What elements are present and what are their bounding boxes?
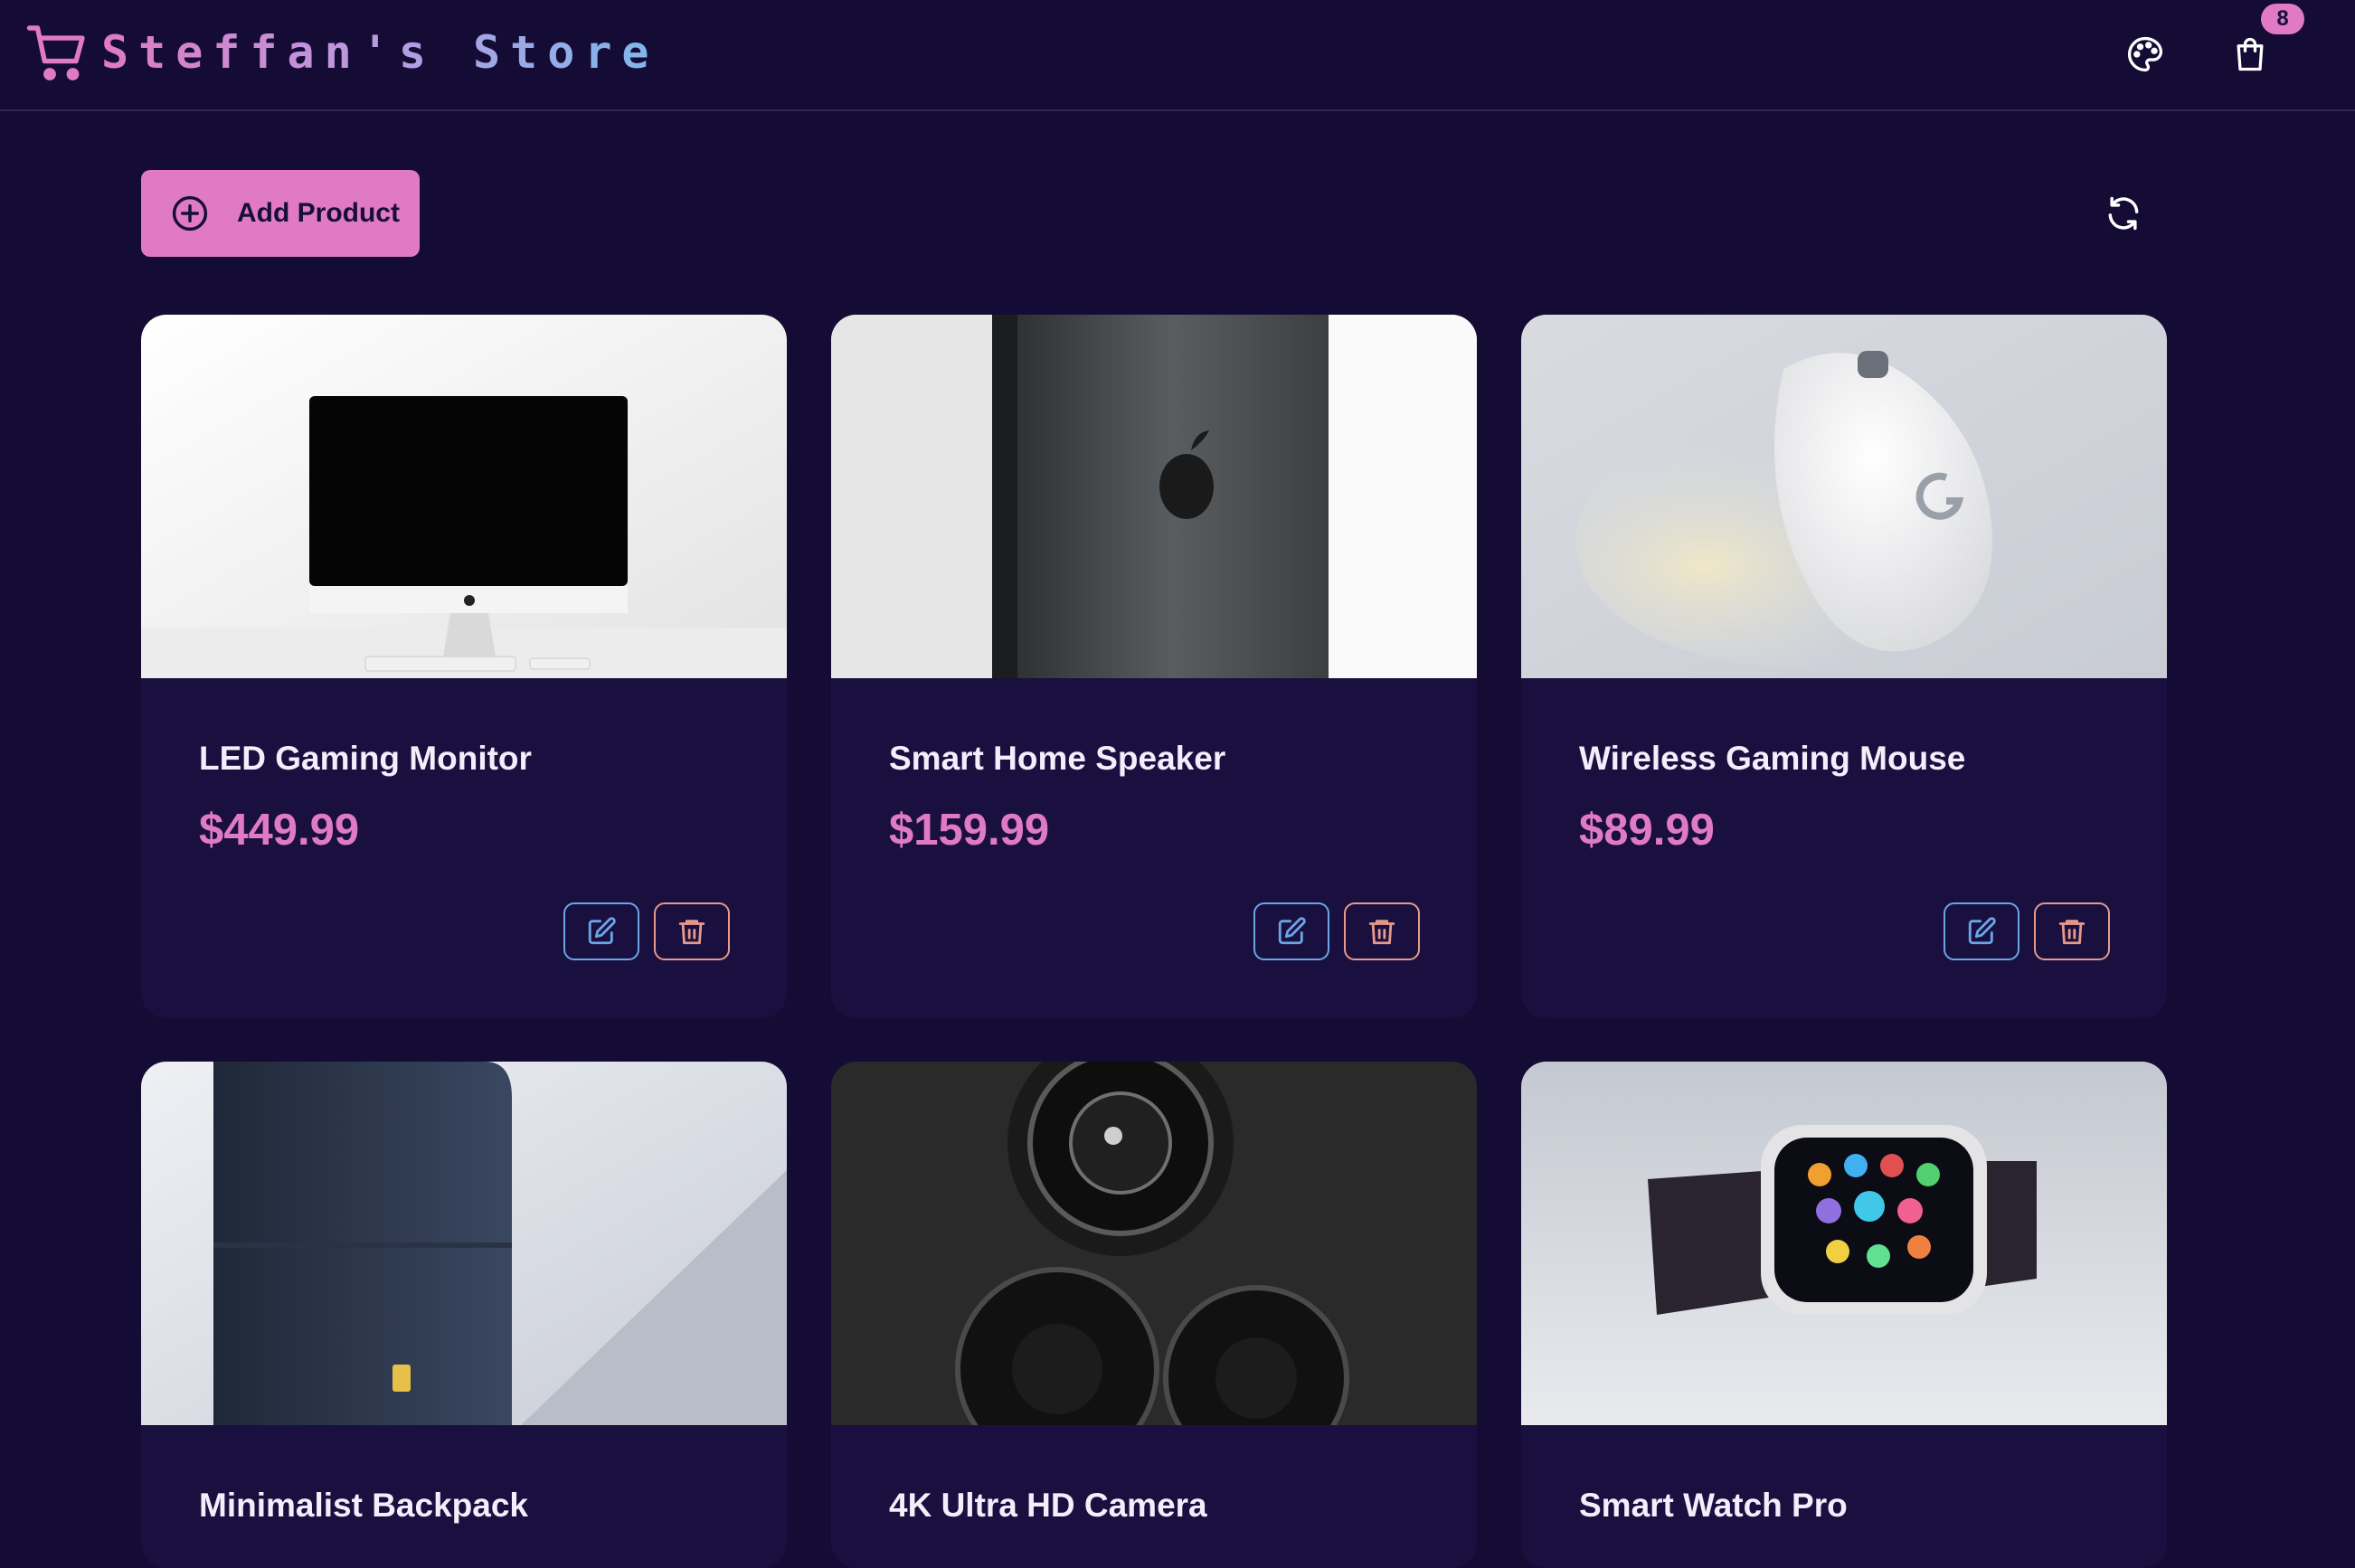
- product-price: $449.99: [199, 806, 360, 855]
- palette-icon: [2127, 36, 2163, 72]
- product-image[interactable]: [141, 1062, 787, 1425]
- theme-button[interactable]: [2116, 25, 2174, 83]
- edit-product-button[interactable]: [1944, 902, 2019, 960]
- plus-circle-icon: [172, 195, 208, 231]
- product-name: 4K Ultra HD Camera: [889, 1487, 1207, 1524]
- trash-icon: [1368, 920, 1395, 945]
- delete-product-button[interactable]: [654, 902, 730, 960]
- product-image[interactable]: [1521, 1062, 2167, 1425]
- refresh-icon: [2108, 196, 2139, 231]
- shopping-bag-icon: [2237, 37, 2264, 71]
- product-name: LED Gaming Monitor: [199, 740, 532, 777]
- cart-count-badge: 8: [2261, 4, 2304, 34]
- product-card: Minimalist Backpack: [141, 1062, 787, 1568]
- top-nav: Steffan's Store 8: [0, 0, 2355, 111]
- edit-icon: [1968, 917, 1996, 945]
- product-name: Smart Watch Pro: [1579, 1487, 1848, 1524]
- product-price: $159.99: [889, 806, 1050, 855]
- delete-product-button[interactable]: [2034, 902, 2110, 960]
- product-name: Wireless Gaming Mouse: [1579, 740, 1966, 777]
- edit-icon: [1278, 917, 1306, 945]
- product-image[interactable]: [141, 315, 787, 678]
- product-card: Smart Home Speaker $159.99: [831, 315, 1477, 1018]
- edit-product-button[interactable]: [1253, 902, 1329, 960]
- product-card: Smart Watch Pro: [1521, 1062, 2167, 1568]
- add-product-button[interactable]: Add Product: [141, 170, 420, 257]
- product-image[interactable]: [831, 315, 1477, 678]
- edit-product-button[interactable]: [563, 902, 639, 960]
- store-brand[interactable]: Steffan's Store: [25, 18, 659, 87]
- product-name: Minimalist Backpack: [199, 1487, 528, 1524]
- store-title: Steffan's Store: [101, 26, 659, 79]
- add-product-label: Add Product: [237, 198, 400, 228]
- product-price: $89.99: [1579, 806, 1715, 855]
- trash-icon: [2058, 920, 2085, 945]
- delete-product-button[interactable]: [1344, 902, 1420, 960]
- product-card: 4K Ultra HD Camera: [831, 1062, 1477, 1568]
- product-name: Smart Home Speaker: [889, 740, 1226, 777]
- product-card: LED Gaming Monitor $449.99: [141, 315, 787, 1018]
- edit-icon: [588, 917, 616, 945]
- product-image[interactable]: [831, 1062, 1477, 1425]
- product-card: Wireless Gaming Mouse $89.99: [1521, 315, 2167, 1018]
- cart-button[interactable]: [2221, 25, 2279, 83]
- cart-icon: [26, 25, 85, 80]
- product-image[interactable]: [1521, 315, 2167, 678]
- trash-icon: [678, 920, 705, 945]
- refresh-button[interactable]: [2095, 184, 2152, 242]
